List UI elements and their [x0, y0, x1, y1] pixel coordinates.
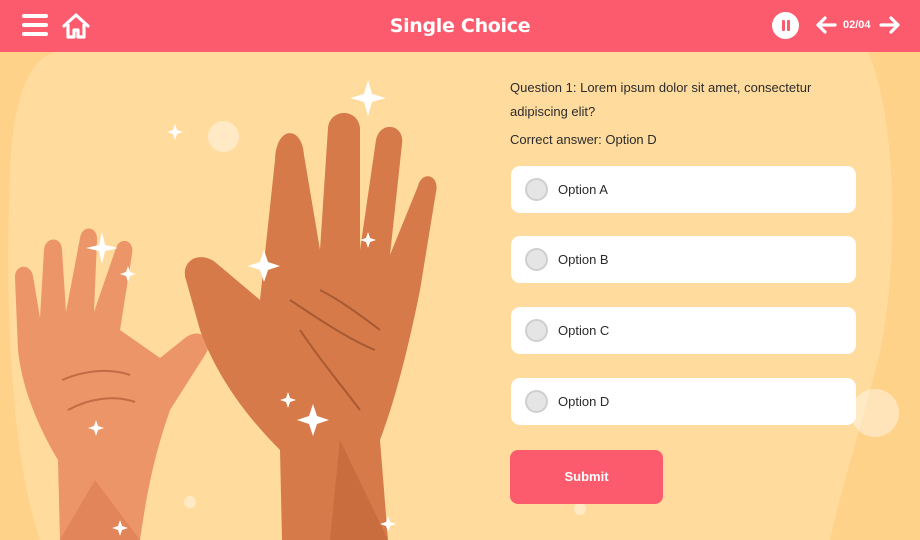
question-text: Question 1: Lorem ipsum dolor sit amet, …: [510, 80, 812, 119]
question-panel: Question 1: Lorem ipsum dolor sit amet, …: [510, 76, 860, 147]
arrow-right-icon[interactable]: [879, 16, 901, 34]
option-d[interactable]: Option D: [511, 378, 856, 425]
decor-circle: [851, 389, 899, 437]
option-label: Option D: [558, 394, 610, 409]
page-counter: 02/04: [843, 19, 871, 31]
small-hand: [14, 228, 209, 540]
option-label: Option A: [558, 182, 608, 197]
option-label: Option B: [558, 252, 609, 267]
option-c[interactable]: Option C: [511, 307, 856, 354]
submit-button[interactable]: Submit: [510, 450, 663, 504]
radio-button[interactable]: [525, 390, 548, 413]
decor-circle: [574, 503, 586, 515]
radio-button[interactable]: [525, 178, 548, 201]
option-b[interactable]: Option B: [511, 236, 856, 283]
correct-answer-text: Correct answer: Option D: [510, 132, 657, 147]
big-hand: [184, 113, 437, 540]
top-bar: Single Choice 02/04: [0, 0, 920, 52]
pause-icon[interactable]: [772, 12, 799, 39]
raised-hands-illustration: [14, 80, 437, 540]
radio-button[interactable]: [525, 319, 548, 342]
quiz-screen: Single Choice 02/04 Question 1: Lorem ip…: [0, 0, 920, 540]
option-a[interactable]: Option A: [511, 166, 856, 213]
radio-button[interactable]: [525, 248, 548, 271]
arrow-left-icon[interactable]: [815, 16, 837, 34]
option-label: Option C: [558, 323, 610, 338]
